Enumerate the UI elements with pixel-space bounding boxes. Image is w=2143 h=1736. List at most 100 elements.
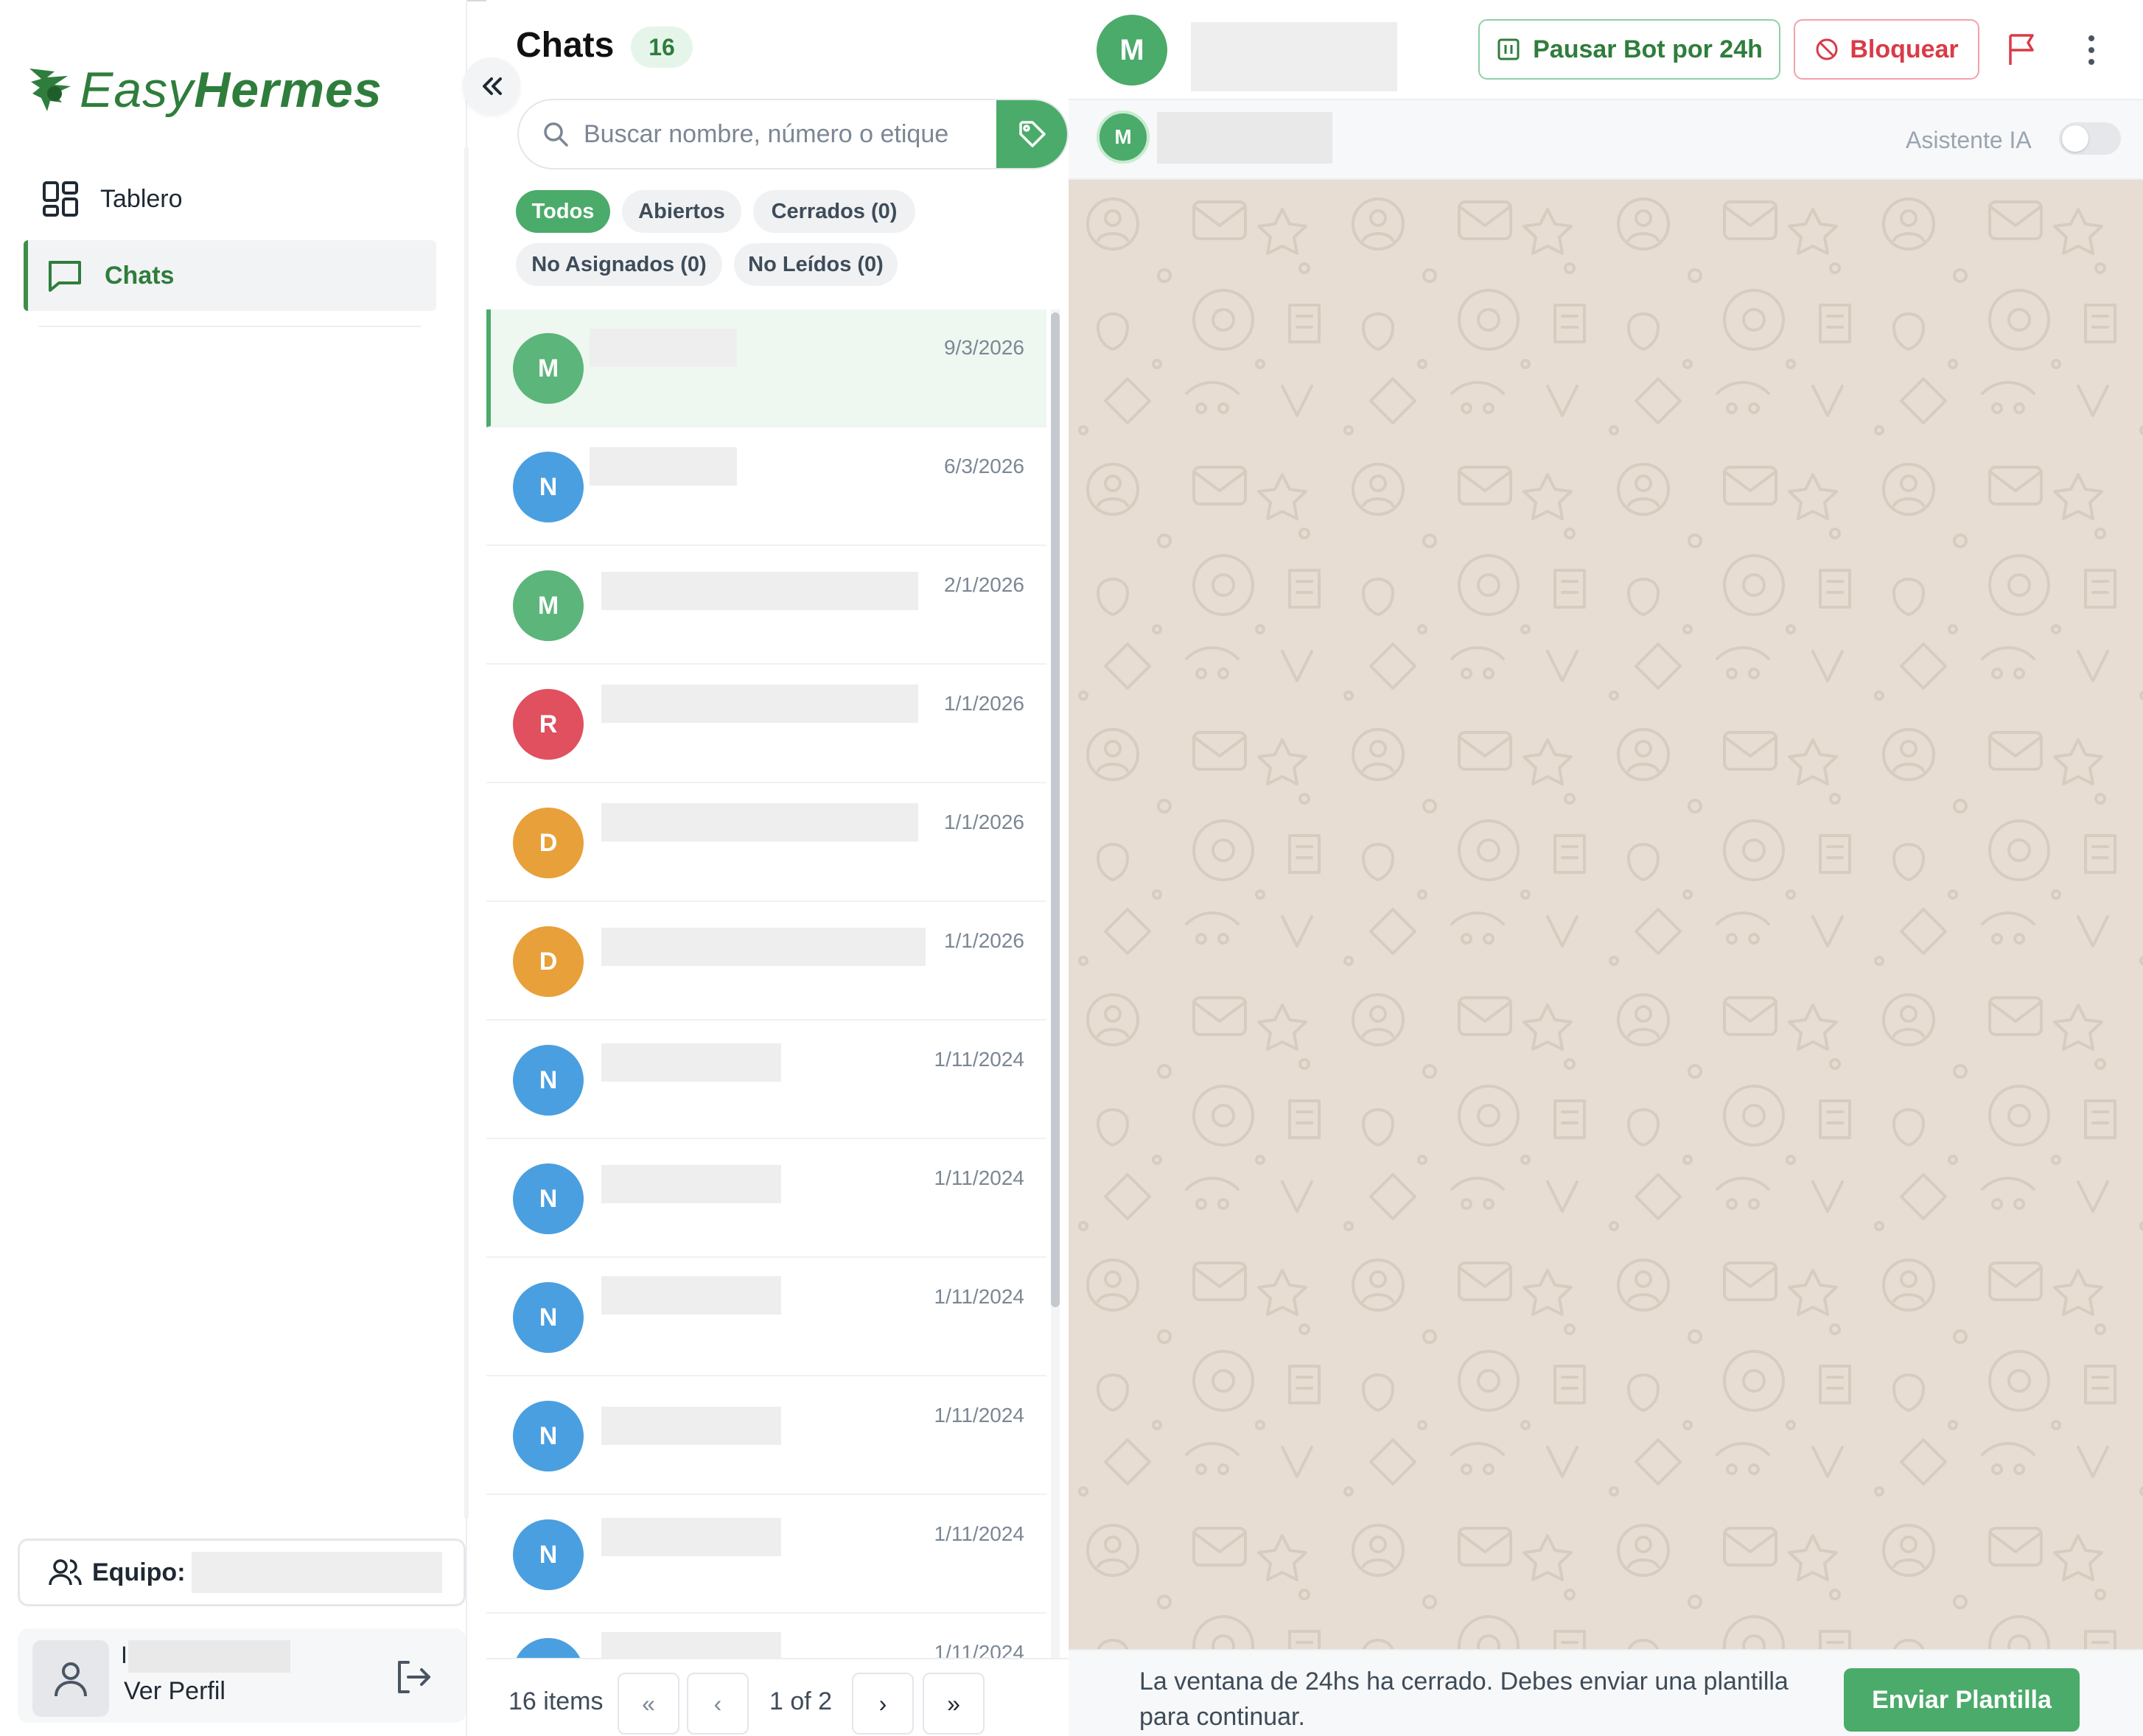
contact-name-placeholder: [590, 329, 737, 367]
chat-list-panel: Chats 16 Buscar nombre, número o etique …: [486, 0, 1069, 1736]
chat-date: 1/1/2026: [944, 811, 1024, 833]
chat-list-item[interactable]: N 1/11/2024: [486, 1496, 1046, 1614]
avatar: N: [513, 1519, 584, 1590]
app-logo[interactable]: EasyHermes: [25, 60, 382, 119]
chat-date: 9/3/2026: [944, 336, 1024, 359]
block-label: Bloquear: [1850, 35, 1959, 63]
sidebar-scrollbar[interactable]: [464, 147, 469, 1518]
chat-count-badge: 16: [631, 27, 693, 68]
user-profile-card[interactable]: I Ver Perfil: [18, 1628, 466, 1723]
block-button[interactable]: Bloquear: [1794, 19, 1979, 80]
contact-name-placeholder: [601, 572, 918, 610]
chat-date: 1/11/2024: [934, 1048, 1025, 1071]
avatar: [32, 1640, 109, 1717]
contact-name-placeholder: [601, 1043, 781, 1082]
filter-chip-abiertos[interactable]: Abiertos: [622, 190, 741, 233]
chat-list-item[interactable]: M 9/3/2026: [486, 309, 1046, 427]
contact-name-placeholder: [601, 1407, 781, 1445]
chat-header: M Pausar Bot por 24h Bloquear: [1069, 0, 2143, 100]
sidebar-item-chats[interactable]: Chats: [24, 240, 436, 311]
chat-list-item[interactable]: N 6/3/2026: [486, 428, 1046, 546]
sidebar: EasyHermes Tablero Chats Equipo: I Ver P…: [0, 0, 469, 1736]
dashboard-icon: [43, 181, 78, 217]
avatar: N: [513, 452, 584, 522]
sidebar-item-tablero[interactable]: Tablero: [24, 164, 436, 234]
avatar: M: [513, 570, 584, 641]
chat-list-item[interactable]: N 1/11/2024: [486, 1377, 1046, 1495]
chat-list-item[interactable]: N 1/11/2024: [486, 1021, 1046, 1139]
chat-list-item[interactable]: D 1/1/2026: [486, 784, 1046, 902]
chat-list-item[interactable]: D 1/1/2026: [486, 903, 1046, 1021]
more-options-icon[interactable]: [2084, 34, 2099, 66]
contact-name-placeholder: [601, 685, 918, 723]
logo-text: EasyHermes: [80, 62, 382, 118]
flag-icon[interactable]: [2006, 32, 2038, 66]
ai-assistant-label: Asistente IA: [1906, 127, 2032, 153]
agent-avatar: M: [1097, 111, 1150, 164]
page-title: Chats: [516, 26, 615, 65]
chat-date: 1/11/2024: [934, 1522, 1025, 1545]
avatar: R: [513, 689, 584, 760]
contact-name-placeholder: [1191, 22, 1397, 91]
chat-date: 1/11/2024: [934, 1285, 1025, 1308]
avatar: M: [513, 333, 584, 404]
items-count: 16 items: [508, 1687, 604, 1715]
filter-chip-no-asignados[interactable]: No Asignados (0): [516, 243, 722, 286]
prev-page-button[interactable]: ‹: [687, 1673, 749, 1735]
filter-chip-cerrados[interactable]: Cerrados (0): [753, 190, 915, 233]
first-page-button[interactable]: «: [618, 1673, 679, 1735]
assistant-bar: M Asistente IA: [1069, 100, 2143, 180]
user-name: I: [121, 1642, 127, 1668]
logout-icon[interactable]: [392, 1656, 433, 1698]
page-indicator: 1 of 2: [769, 1687, 833, 1715]
team-selector[interactable]: Equipo:: [18, 1539, 466, 1606]
chat-list-item[interactable]: N 1/11/2024: [486, 1140, 1046, 1258]
hermes-logo-icon: [29, 69, 71, 111]
last-page-button[interactable]: »: [923, 1673, 985, 1735]
tag-icon: [1019, 121, 1046, 147]
next-page-button[interactable]: ›: [852, 1673, 914, 1735]
contact-name-placeholder: [590, 447, 737, 486]
filter-chip-todos[interactable]: Todos: [516, 190, 610, 233]
chat-list-item[interactable]: N 1/11/2024: [486, 1614, 1046, 1658]
ban-icon: [1816, 38, 1838, 60]
chat-date: 6/3/2026: [944, 455, 1024, 477]
avatar: N: [513, 1282, 584, 1353]
filter-chip-no-leidos[interactable]: No Leídos (0): [734, 243, 898, 286]
chat-panel: M Pausar Bot por 24h Bloquear M Asistent…: [1069, 0, 2143, 1736]
agent-name-placeholder: [1157, 112, 1332, 164]
avatar: N: [513, 1401, 584, 1471]
chat-list-scroll-thumb[interactable]: [1051, 312, 1060, 1307]
team-icon: [49, 1559, 82, 1586]
contact-name-placeholder: [601, 928, 926, 966]
avatar: N: [513, 1163, 584, 1234]
chat-date: 2/1/2026: [944, 573, 1024, 596]
contact-name-placeholder: [601, 1165, 781, 1203]
avatar: D: [513, 808, 584, 878]
chat-date: 1/11/2024: [934, 1641, 1025, 1658]
ai-assistant-toggle[interactable]: [2059, 122, 2121, 155]
view-profile-link[interactable]: Ver Perfil: [124, 1677, 226, 1706]
pause-bot-button[interactable]: Pausar Bot por 24h: [1478, 19, 1780, 80]
chat-date: 1/11/2024: [934, 1166, 1025, 1189]
sidebar-item-label: Tablero: [100, 184, 183, 213]
pause-bot-label: Pausar Bot por 24h: [1533, 35, 1763, 63]
tag-filter-button[interactable]: [996, 100, 1067, 168]
doodle-pattern: [1069, 180, 2143, 1649]
contact-name-placeholder: [601, 1276, 781, 1315]
chat-footer: La ventana de 24hs ha cerrado. Debes env…: [1069, 1649, 2143, 1736]
chat-list-item[interactable]: R 1/1/2026: [486, 665, 1046, 783]
chat-list-item[interactable]: N 1/11/2024: [486, 1259, 1046, 1376]
chat-date: 1/1/2026: [944, 929, 1024, 952]
avatar: D: [513, 926, 584, 997]
chat-list-item[interactable]: M 2/1/2026: [486, 547, 1046, 665]
toggle-knob: [2062, 125, 2088, 152]
pause-icon: [1497, 38, 1520, 60]
contact-name-placeholder: [601, 1518, 781, 1556]
search-icon: [544, 122, 568, 147]
sidebar-item-label: Chats: [105, 261, 175, 290]
contact-avatar[interactable]: M: [1097, 15, 1167, 85]
collapse-sidebar-button[interactable]: [463, 57, 520, 115]
search-input[interactable]: Buscar nombre, número o etique: [517, 99, 1069, 169]
send-template-button[interactable]: Enviar Plantilla: [1844, 1668, 2080, 1732]
